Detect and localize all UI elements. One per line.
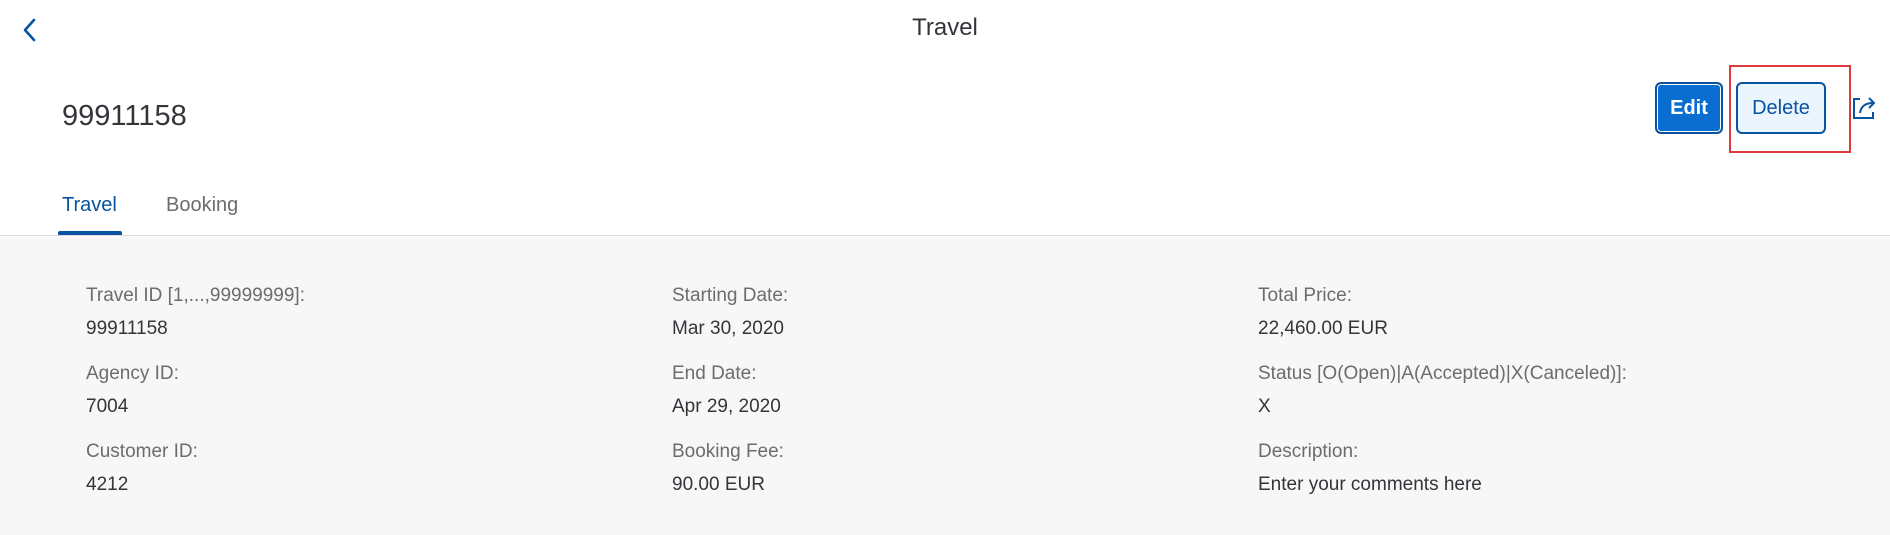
field-label: Travel ID [1,...,99999999]: <box>86 285 305 306</box>
travel-form: Travel ID [1,...,99999999]: 99911158 Age… <box>0 237 1890 535</box>
field-value: Apr 29, 2020 <box>672 396 781 417</box>
field-starting-date: Starting Date: Mar 30, 2020 <box>672 285 788 340</box>
tab-travel[interactable]: Travel <box>62 194 117 227</box>
selected-tab-indicator <box>58 231 122 235</box>
field-label: End Date: <box>672 363 757 384</box>
field-status: Status [O(Open)|A(Accepted)|X(Canceled)]… <box>1258 363 1627 418</box>
field-value: X <box>1258 396 1271 417</box>
field-value: 7004 <box>86 396 129 417</box>
field-label: Status [O(Open)|A(Accepted)|X(Canceled)]… <box>1258 363 1627 384</box>
share-button[interactable] <box>1848 92 1880 124</box>
field-value: Enter your comments here <box>1258 474 1482 495</box>
field-value: Mar 30, 2020 <box>672 318 784 339</box>
field-label: Agency ID: <box>86 363 179 384</box>
field-booking-fee: Booking Fee: 90.00 EUR <box>672 441 784 496</box>
field-value: 22,460.00 EUR <box>1258 318 1388 339</box>
edit-button[interactable]: Edit <box>1655 82 1723 134</box>
field-label: Starting Date: <box>672 285 789 306</box>
field-description: Description: Enter your comments here <box>1258 441 1482 496</box>
app-title: Travel <box>912 14 978 41</box>
field-label: Description: <box>1258 441 1359 462</box>
delete-button[interactable]: Delete <box>1736 82 1826 134</box>
tab-bar: Travel Booking <box>0 188 1890 236</box>
field-travel-id: Travel ID [1,...,99999999]: 99911158 <box>86 285 305 340</box>
field-end-date: End Date: Apr 29, 2020 <box>672 363 781 418</box>
object-title: 99911158 <box>62 100 187 132</box>
field-label: Total Price: <box>1258 285 1352 306</box>
field-value: 90.00 EUR <box>672 474 765 495</box>
field-value: 99911158 <box>86 318 168 339</box>
shell-bar: Travel <box>0 0 1890 60</box>
field-customer-id: Customer ID: 4212 <box>86 441 198 496</box>
field-agency-id: Agency ID: 7004 <box>86 363 179 418</box>
tab-booking[interactable]: Booking <box>166 194 238 227</box>
field-label: Customer ID: <box>86 441 198 462</box>
field-value: 4212 <box>86 474 129 495</box>
share-icon <box>1853 97 1875 119</box>
field-total-price: Total Price: 22,460.00 EUR <box>1258 285 1388 340</box>
field-label: Booking Fee: <box>672 441 784 462</box>
